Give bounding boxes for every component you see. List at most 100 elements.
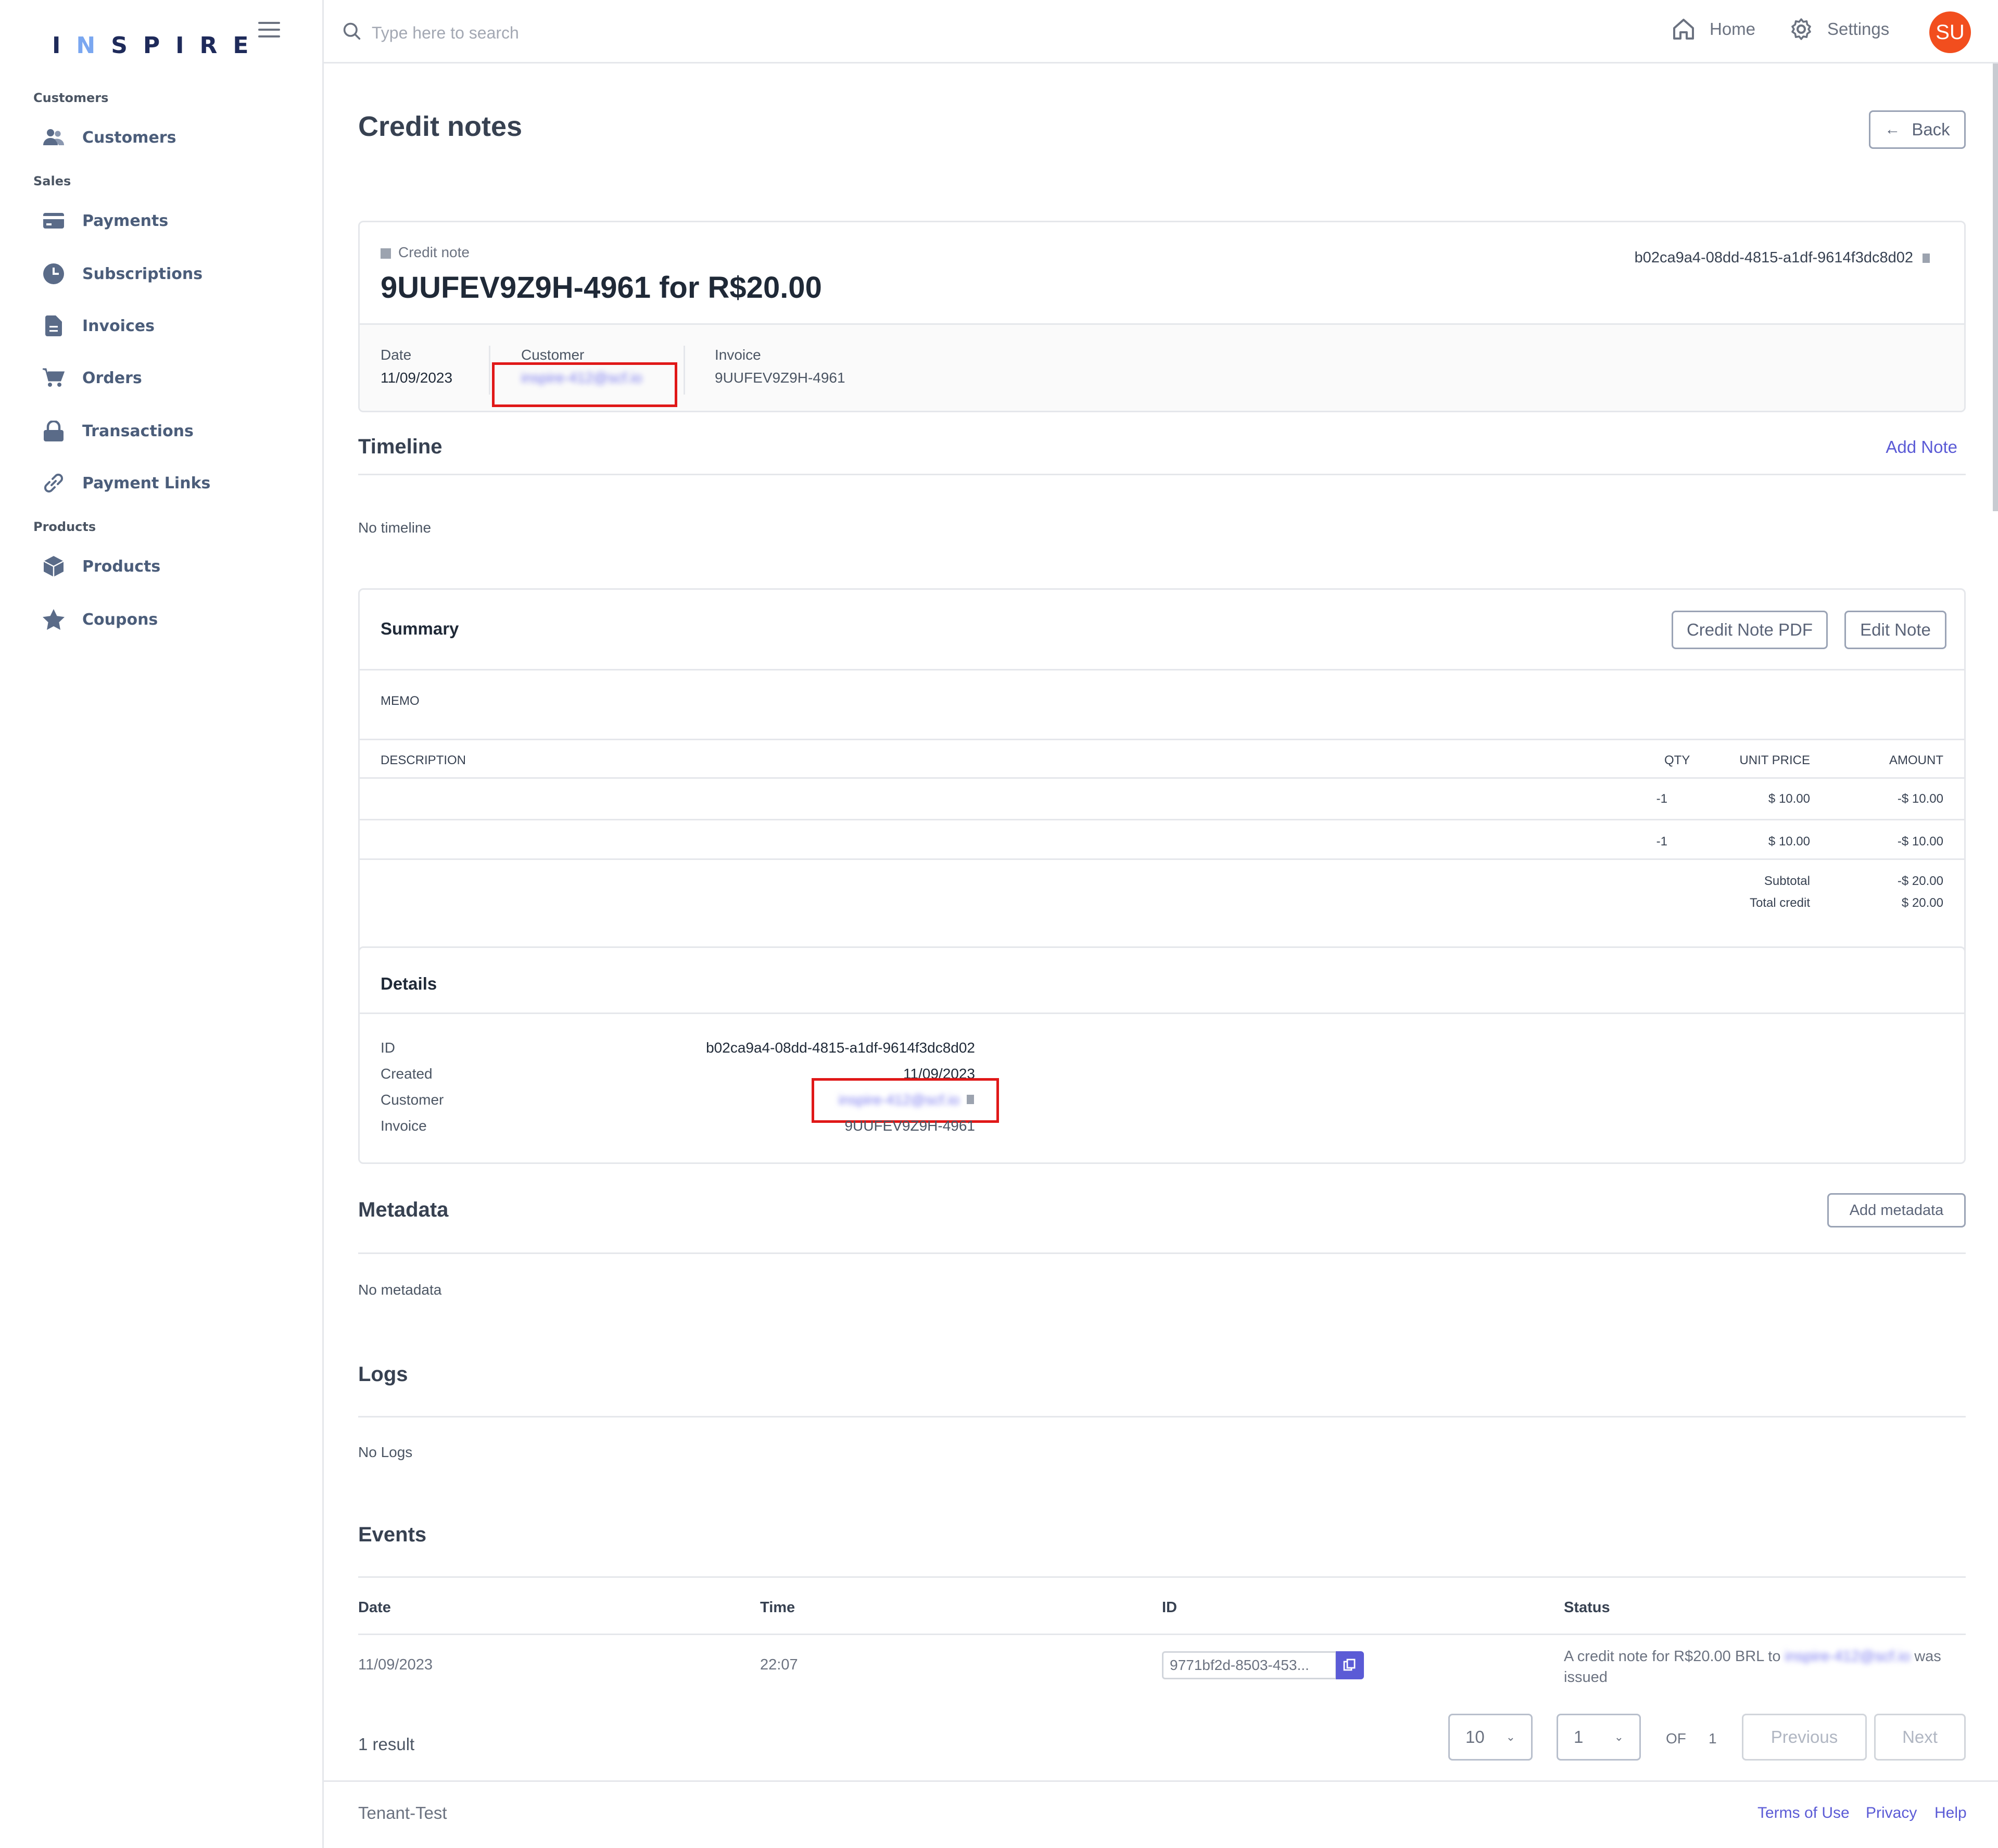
events-col-id: ID	[1162, 1599, 1177, 1616]
invoice-link[interactable]: 9UUFEV9Z9H-4961	[715, 370, 845, 386]
events-col-time: Time	[760, 1599, 795, 1616]
settings-link[interactable]: Settings	[1790, 18, 1889, 41]
search-icon	[343, 22, 361, 43]
metadata-empty: No metadata	[358, 1282, 442, 1298]
nav-section-sales: Sales	[33, 174, 71, 188]
divider	[324, 1780, 1998, 1782]
timeline-empty: No timeline	[358, 520, 432, 536]
sidebar-item-payments[interactable]: Payments	[43, 205, 168, 236]
events-title: Events	[358, 1523, 427, 1546]
credit-note-card: Credit note 9UUFEV9Z9H-4961 for R$20.00 …	[358, 221, 1966, 412]
chevron-down-icon: ⌄	[1614, 1730, 1624, 1743]
page-select[interactable]: 1 ⌄	[1557, 1714, 1641, 1761]
sidebar-item-orders[interactable]: Orders	[43, 362, 142, 394]
detail-customer-label: Customer	[381, 1092, 444, 1108]
hamburger-menu-icon[interactable]	[258, 22, 280, 39]
sidebar-item-label: Products	[82, 557, 161, 576]
nav-section-customers: Customers	[33, 91, 109, 105]
detail-id-value: b02ca9a4-08dd-4815-a1df-9614f3dc8d02	[706, 1040, 975, 1056]
event-id-field[interactable]: 9771bf2d-8503-453...	[1162, 1651, 1337, 1679]
row-amount: -$ 10.00	[1897, 834, 1943, 849]
home-icon	[1673, 19, 1694, 40]
detail-invoice-label: Invoice	[381, 1118, 427, 1134]
add-metadata-button[interactable]: Add metadata	[1827, 1193, 1966, 1227]
invoice-label: Invoice	[715, 347, 761, 363]
document-icon	[43, 315, 65, 337]
row-qty: -1	[1656, 792, 1667, 806]
logs-empty: No Logs	[358, 1444, 413, 1460]
events-col-status: Status	[1564, 1599, 1610, 1616]
divider	[360, 858, 1964, 860]
total-pages: 1	[1709, 1730, 1717, 1746]
events-col-date: Date	[358, 1599, 391, 1616]
users-icon	[43, 126, 65, 148]
detail-invoice-link[interactable]: 9UUFEV9Z9H-4961	[684, 1118, 975, 1134]
sidebar: INSPIRE Customers Customers Sales Paymen…	[0, 0, 324, 1848]
sidebar-item-customers[interactable]: Customers	[43, 122, 176, 153]
divider	[358, 474, 1966, 475]
sidebar-item-label: Transactions	[82, 422, 194, 440]
divider	[358, 1416, 1966, 1417]
credit-card-icon	[43, 210, 65, 232]
search-input[interactable]	[372, 19, 840, 47]
sidebar-item-products[interactable]: Products	[43, 551, 160, 582]
credit-note-pdf-button[interactable]: Credit Note PDF	[1672, 611, 1828, 649]
highlight-box	[492, 362, 677, 407]
add-note-link[interactable]: Add Note	[1886, 437, 1957, 457]
credit-note-meta-bar: Date 11/09/2023 Customer inspire-412@scf…	[360, 323, 1964, 411]
event-status-customer: inspire-412@scf.io	[1785, 1648, 1911, 1665]
back-button[interactable]: ← Back	[1869, 110, 1966, 149]
sidebar-item-invoices[interactable]: Invoices	[43, 310, 155, 341]
sidebar-item-subscriptions[interactable]: Subscriptions	[43, 258, 203, 289]
home-link[interactable]: Home	[1672, 18, 1755, 41]
star-icon	[43, 609, 65, 630]
previous-button[interactable]: Previous	[1742, 1714, 1867, 1761]
summary-card: Summary Credit Note PDF Edit Note MEMO D…	[358, 588, 1966, 989]
event-date: 11/09/2023	[358, 1656, 433, 1673]
sidebar-item-transactions[interactable]: Transactions	[43, 415, 194, 447]
top-bar: Home Settings SU	[324, 0, 1998, 64]
detail-created-label: Created	[381, 1066, 433, 1082]
sidebar-item-label: Subscriptions	[82, 264, 203, 283]
help-link[interactable]: Help	[1934, 1804, 1967, 1822]
page-size-select[interactable]: 10 ⌄	[1448, 1714, 1533, 1761]
timeline-title: Timeline	[358, 435, 442, 458]
copy-icon[interactable]	[1336, 1651, 1364, 1679]
event-time: 22:07	[760, 1656, 798, 1673]
divider	[358, 1634, 1966, 1635]
next-button[interactable]: Next	[1874, 1714, 1966, 1761]
divider	[684, 346, 685, 395]
result-count: 1 result	[358, 1735, 415, 1754]
sidebar-item-label: Orders	[82, 369, 142, 387]
settings-label: Settings	[1827, 19, 1890, 39]
lock-icon	[43, 420, 65, 442]
gear-icon	[1791, 18, 1811, 40]
nav-section-products: Products	[33, 520, 96, 534]
memo-label: MEMO	[381, 694, 420, 708]
row-amount: -$ 10.00	[1897, 792, 1943, 806]
copy-icon[interactable]	[1923, 254, 1930, 263]
row-unit-price: $ 10.00	[1768, 792, 1810, 806]
col-qty: QTY	[1664, 753, 1690, 767]
sidebar-item-payment-links[interactable]: Payment Links	[43, 467, 210, 499]
details-card: Details ID b02ca9a4-08dd-4815-a1df-9614f…	[358, 946, 1966, 1164]
scrollbar[interactable]	[1993, 64, 1998, 511]
edit-note-button[interactable]: Edit Note	[1844, 611, 1946, 649]
page-title: Credit notes	[358, 111, 523, 142]
terms-link[interactable]: Terms of Use	[1757, 1804, 1850, 1822]
receipt-icon	[381, 248, 391, 259]
logo[interactable]: INSPIRE	[52, 32, 264, 59]
back-label: Back	[1912, 120, 1950, 139]
sidebar-item-coupons[interactable]: Coupons	[43, 604, 158, 635]
subtotal-value: -$ 20.00	[1897, 874, 1943, 888]
total-credit-value: $ 20.00	[1901, 896, 1943, 910]
avatar[interactable]: SU	[1929, 11, 1971, 53]
col-unit-price: UNIT PRICE	[1739, 753, 1810, 767]
logs-title: Logs	[358, 1363, 408, 1386]
box-icon	[43, 555, 65, 577]
divider	[489, 346, 490, 395]
privacy-link[interactable]: Privacy	[1866, 1804, 1917, 1822]
page-size-value: 10	[1465, 1727, 1485, 1746]
divider	[360, 819, 1964, 820]
credit-note-id: b02ca9a4-08dd-4815-a1df-9614f3dc8d02	[1635, 249, 1930, 267]
